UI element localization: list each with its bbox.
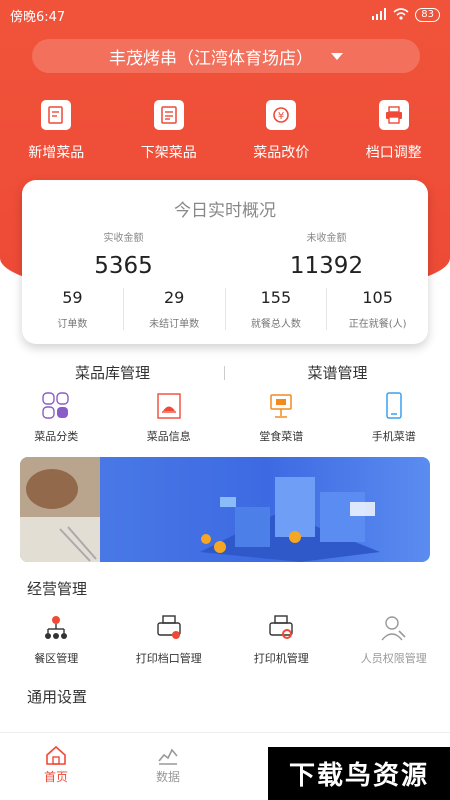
printer-icon — [378, 100, 409, 130]
quick-action-label: 新增菜品 — [28, 145, 85, 161]
tab-menu-management[interactable]: 菜谱管理 — [225, 362, 450, 383]
stat-value: 155 — [260, 288, 292, 307]
dish-cover-icon — [155, 392, 183, 420]
quick-action-label: 菜品改价 — [253, 145, 310, 161]
add-dish-icon — [41, 100, 72, 130]
wifi-icon — [393, 7, 409, 23]
operations-label: 人员权限管理 — [360, 652, 427, 665]
dine-in-menu-item[interactable]: 堂食菜谱 — [225, 392, 338, 444]
overview-amounts: 实收金额 5365 未收金额 11392 — [22, 226, 428, 279]
home-icon — [45, 745, 67, 768]
quick-action-add-dish[interactable]: 新增菜品 — [0, 100, 113, 162]
print-station-icon — [155, 614, 183, 642]
dine-in-menu-icon — [267, 392, 295, 420]
quick-action-price-change[interactable]: ¥ 菜品改价 — [225, 100, 338, 162]
dish-info-item[interactable]: 菜品信息 — [113, 392, 226, 444]
tab-divider — [224, 366, 225, 380]
category-icon — [42, 392, 70, 420]
quick-actions: 新增菜品 下架菜品 ¥ 菜品改价 档口调整 — [0, 100, 450, 162]
printer-manage-icon — [267, 614, 295, 642]
stat-unsettled-orders: 29 未结订单数 — [124, 288, 226, 330]
operations-grid: 餐区管理 打印档口管理 打印机管理 人员权限管理 — [0, 614, 450, 666]
operations-label: 餐区管理 — [34, 652, 79, 665]
quick-action-label: 下架菜品 — [140, 145, 197, 161]
price-change-icon: ¥ — [266, 100, 297, 130]
overview-stats: 59 订单数 29 未结订单数 155 就餐总人数 105 正在就餐(人) — [22, 288, 428, 330]
chart-icon — [157, 745, 179, 768]
watermark-logo: 下载鸟资源 — [268, 747, 450, 800]
user-permission-icon — [380, 614, 408, 642]
stat-value: 29 — [163, 288, 185, 307]
unreceived-value: 11392 — [289, 253, 364, 279]
quick-action-label: 档口调整 — [365, 145, 422, 161]
svg-text:¥: ¥ — [278, 111, 284, 122]
quick-action-remove-dish[interactable]: 下架菜品 — [113, 100, 226, 162]
tab-label: 数据 — [155, 770, 180, 784]
dish-menu-label: 手机菜谱 — [371, 430, 416, 443]
tab-data[interactable]: 数据 — [112, 733, 224, 800]
promo-banner[interactable] — [20, 457, 430, 562]
stat-value: 59 — [62, 288, 83, 307]
battery-indicator: 83 — [415, 8, 440, 22]
store-selector[interactable]: 丰茂烤串（江湾体育场店） — [32, 39, 420, 73]
dish-menu-label: 堂食菜谱 — [259, 430, 304, 443]
received-label: 实收金额 — [103, 233, 144, 244]
operations-title: 经营管理 — [27, 580, 88, 598]
stat-total-diners: 155 就餐总人数 — [226, 288, 328, 330]
operations-label: 打印档口管理 — [135, 652, 202, 665]
stat-label: 未结订单数 — [149, 319, 200, 330]
received-value: 5365 — [94, 253, 153, 279]
unreceived-amount: 未收金额 11392 — [225, 226, 428, 279]
settings-title: 通用设置 — [27, 688, 88, 706]
remove-dish-icon — [153, 100, 184, 130]
area-management-item[interactable]: 餐区管理 — [0, 614, 113, 666]
received-amount: 实收金额 5365 — [22, 226, 225, 279]
today-overview-card: 今日实时概况 实收金额 5365 未收金额 11392 59 订单数 29 未结… — [22, 180, 428, 344]
chevron-down-icon — [331, 52, 343, 60]
unreceived-label: 未收金额 — [306, 233, 347, 244]
status-icons: 83 — [371, 7, 440, 23]
status-bar: 傍晚6:47 83 — [0, 0, 450, 30]
stat-label: 正在就餐(人) — [348, 319, 407, 330]
stat-label: 就餐总人数 — [250, 319, 301, 330]
mobile-menu-icon — [380, 392, 408, 420]
dish-menu-label: 菜品信息 — [146, 430, 191, 443]
user-permission-item[interactable]: 人员权限管理 — [338, 614, 450, 666]
stat-label: 订单数 — [57, 319, 88, 330]
mobile-menu-item[interactable]: 手机菜谱 — [338, 392, 450, 444]
banner-illustration — [20, 457, 380, 562]
stat-value: 105 — [362, 288, 393, 307]
area-tree-icon — [42, 614, 70, 642]
tab-home[interactable]: 首页 — [0, 733, 112, 800]
stat-orders: 59 订单数 — [22, 288, 124, 330]
status-time: 傍晚6:47 — [10, 9, 66, 25]
printer-management-item[interactable]: 打印机管理 — [225, 614, 338, 666]
signal-icon — [371, 7, 387, 23]
quick-action-station-adjust[interactable]: 档口调整 — [338, 100, 450, 162]
dish-menu-label: 菜品分类 — [34, 430, 79, 443]
print-station-item[interactable]: 打印档口管理 — [113, 614, 226, 666]
stat-dining-now: 105 正在就餐(人) — [327, 288, 428, 330]
store-name: 丰茂烤串（江湾体育场店） — [109, 48, 313, 69]
operations-label: 打印机管理 — [253, 652, 309, 665]
dish-category-item[interactable]: 菜品分类 — [0, 392, 113, 444]
dish-menu-grid: 菜品分类 菜品信息 堂食菜谱 手机菜谱 — [0, 392, 450, 444]
tab-dish-library[interactable]: 菜品库管理 — [0, 362, 225, 383]
management-tabs: 菜品库管理 菜谱管理 — [0, 362, 450, 383]
tab-label: 首页 — [43, 770, 68, 784]
overview-title: 今日实时概况 — [174, 201, 276, 221]
